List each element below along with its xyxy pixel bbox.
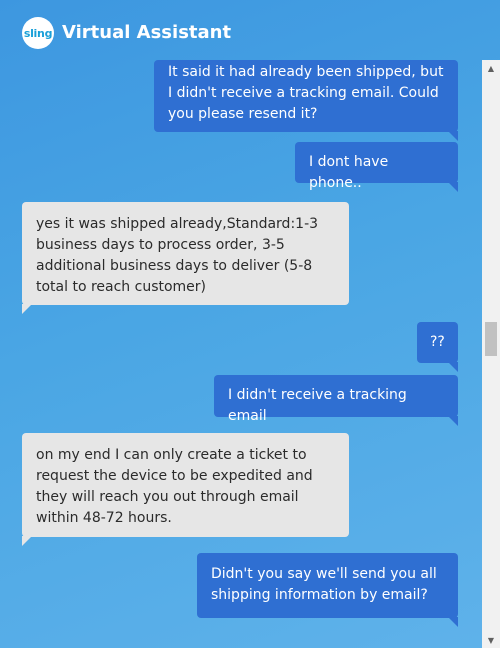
logo-text: sling — [23, 27, 53, 40]
message-list[interactable]: It said it had already been shipped, but… — [0, 60, 482, 648]
message-agent: yes it was shipped already,Standard:1-3 … — [22, 202, 349, 314]
scroll-down-icon[interactable]: ▼ — [482, 632, 500, 648]
message-agent: on my end I can only create a ticket to … — [22, 433, 349, 546]
message-user: I dont have phone.. — [295, 142, 458, 192]
scroll-up-icon[interactable]: ▲ — [482, 60, 500, 76]
scrollbar[interactable]: ▲ ▼ — [482, 60, 500, 648]
chat-header: sling Virtual Assistant — [0, 0, 500, 60]
chat-window: sling Virtual Assistant It said it had a… — [0, 0, 500, 648]
message-user: I didn't receive a tracking email — [214, 375, 458, 426]
scroll-thumb[interactable] — [485, 322, 497, 356]
chat-title: Virtual Assistant — [62, 22, 232, 43]
message-user: It said it had already been shipped, but… — [154, 60, 458, 141]
sling-logo: sling — [22, 17, 54, 49]
message-user: Didn't you say we'll send you all shippi… — [197, 553, 458, 627]
message-user: ?? — [417, 322, 458, 372]
